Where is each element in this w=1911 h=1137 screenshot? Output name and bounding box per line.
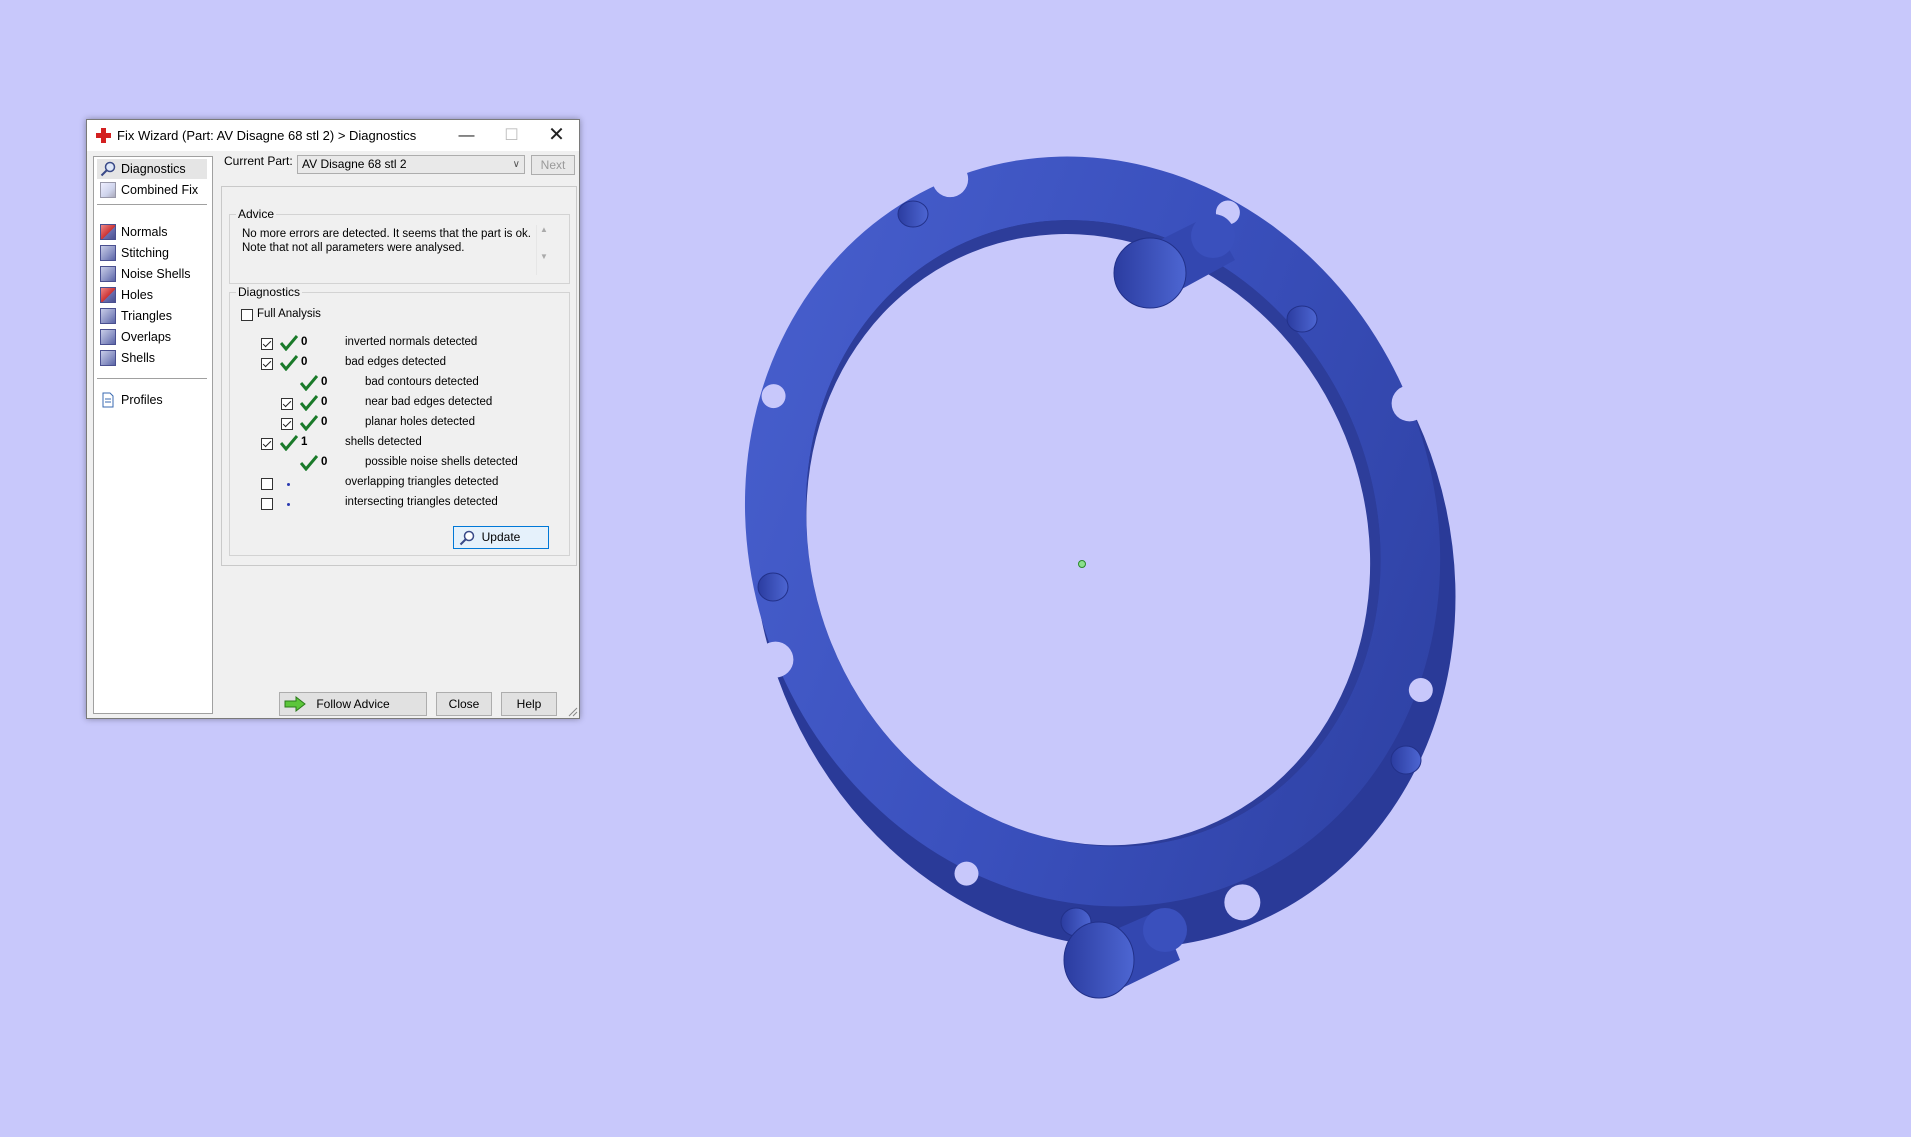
red-cross-icon: [96, 128, 111, 143]
nav-item-holes[interactable]: Holes: [97, 285, 207, 305]
overlaps-cube-icon: [100, 329, 116, 345]
noise-shells-count: 0: [321, 456, 328, 468]
nav-label: Normals: [121, 225, 168, 239]
shells-count: 1: [301, 436, 308, 448]
close-window-button[interactable]: ✕: [534, 120, 579, 151]
current-part-select[interactable]: AV Disagne 68 stl 2 ∨: [297, 155, 525, 174]
help-button[interactable]: Help: [501, 692, 557, 716]
update-button[interactable]: Update: [453, 526, 549, 549]
nav-label: Diagnostics: [121, 162, 186, 176]
triangles-cube-icon: [100, 308, 116, 324]
nav-label: Noise Shells: [121, 267, 191, 281]
nav-item-overlaps[interactable]: Overlaps: [97, 327, 207, 347]
resize-grip-icon[interactable]: [568, 707, 578, 717]
nav-label: Profiles: [121, 393, 163, 407]
fix-wizard-dialog: Fix Wizard (Part: AV Disagne 68 stl 2) >…: [86, 119, 580, 719]
nav-divider: [97, 378, 207, 379]
window-title: Fix Wizard (Part: AV Disagne 68 stl 2) >…: [117, 128, 417, 143]
advice-text: No more errors are detected. It seems th…: [242, 228, 531, 254]
planar-holes-label: planar holes detected: [365, 416, 475, 428]
bad-contours-count: 0: [321, 376, 328, 388]
bad-edges-label: bad edges detected: [345, 356, 447, 368]
nav-item-triangles[interactable]: Triangles: [97, 306, 207, 326]
overlapping-triangles-label: overlapping triangles detected: [345, 476, 499, 488]
inverted-normals-checkbox[interactable]: [261, 338, 273, 350]
magnifier-icon: [100, 161, 116, 177]
document-icon: [102, 392, 114, 408]
magnifier-icon: [459, 530, 475, 546]
cube-icon: [100, 182, 116, 198]
normals-cube-icon: [100, 224, 116, 240]
advice-scrollbar[interactable]: ▲ ▼: [536, 225, 551, 275]
nav-divider: [97, 204, 207, 205]
inverted-normals-count: 0: [301, 336, 308, 348]
green-check-icon: [280, 435, 298, 451]
bad-edges-checkbox[interactable]: [261, 358, 273, 370]
minimize-button[interactable]: —: [444, 120, 489, 151]
nav-item-profiles[interactable]: Profiles: [97, 390, 207, 410]
bad-contours-label: bad contours detected: [365, 376, 479, 388]
nav-item-combined-fix[interactable]: Combined Fix: [97, 180, 207, 200]
near-bad-edges-checkbox[interactable]: [281, 398, 293, 410]
holes-cube-icon: [100, 287, 116, 303]
nav-label: Overlaps: [121, 330, 172, 344]
current-part-value: AV Disagne 68 stl 2: [302, 157, 407, 171]
close-button[interactable]: Close: [436, 692, 492, 716]
nav-label: Stitching: [121, 246, 169, 260]
wizard-nav-list: Diagnostics Combined Fix Normals Stitchi…: [93, 156, 213, 714]
current-part-label: Current Part:: [224, 154, 293, 168]
green-check-icon: [280, 355, 298, 371]
follow-advice-label: Follow Advice: [316, 697, 390, 711]
next-button[interactable]: Next: [531, 155, 575, 175]
nav-item-stitching[interactable]: Stitching: [97, 243, 207, 263]
near-bad-edges-label: near bad edges detected: [365, 396, 493, 408]
full-analysis-label: Full Analysis: [257, 308, 321, 320]
follow-advice-button[interactable]: Follow Advice: [279, 692, 427, 716]
title-bar[interactable]: Fix Wizard (Part: AV Disagne 68 stl 2) >…: [87, 120, 579, 151]
planar-holes-checkbox[interactable]: [281, 418, 293, 430]
nav-label: Holes: [121, 288, 153, 302]
shells-checkbox[interactable]: [261, 438, 273, 450]
intersecting-triangles-label: intersecting triangles detected: [345, 496, 498, 508]
stitching-cube-icon: [100, 245, 116, 261]
rotation-center-marker: [1078, 560, 1086, 568]
noise-shells-icon: [100, 266, 116, 282]
nav-label: Triangles: [121, 309, 172, 323]
planar-holes-count: 0: [321, 416, 328, 428]
not-analysed-dot-icon: [287, 483, 290, 486]
green-check-icon: [300, 415, 318, 431]
green-check-icon: [300, 375, 318, 391]
nav-item-normals[interactable]: Normals: [97, 222, 207, 242]
not-analysed-dot-icon: [287, 503, 290, 506]
green-arrow-icon: [284, 696, 306, 712]
noise-shells-label: possible noise shells detected: [365, 456, 518, 468]
full-analysis-checkbox[interactable]: [241, 309, 253, 321]
shells-label: shells detected: [345, 436, 422, 448]
nav-item-shells[interactable]: Shells: [97, 348, 207, 368]
nav-label: Combined Fix: [121, 183, 199, 197]
bad-edges-count: 0: [301, 356, 308, 368]
inverted-normals-label: inverted normals detected: [345, 336, 478, 348]
nav-label: Shells: [121, 351, 156, 365]
green-check-icon: [280, 335, 298, 351]
chevron-down-icon: ∨: [512, 159, 520, 170]
near-bad-edges-count: 0: [321, 396, 328, 408]
nav-item-noise-shells[interactable]: Noise Shells: [97, 264, 207, 284]
update-label: Update: [481, 530, 521, 544]
advice-title: Advice: [236, 207, 277, 221]
diagnostics-title: Diagnostics: [236, 285, 303, 299]
nav-item-diagnostics[interactable]: Diagnostics: [97, 159, 207, 179]
green-check-icon: [300, 395, 318, 411]
overlapping-triangles-checkbox[interactable]: [261, 478, 273, 490]
green-check-icon: [300, 455, 318, 471]
shells-cube-icon: [100, 350, 116, 366]
maximize-button[interactable]: ☐: [489, 120, 534, 151]
intersecting-triangles-checkbox[interactable]: [261, 498, 273, 510]
